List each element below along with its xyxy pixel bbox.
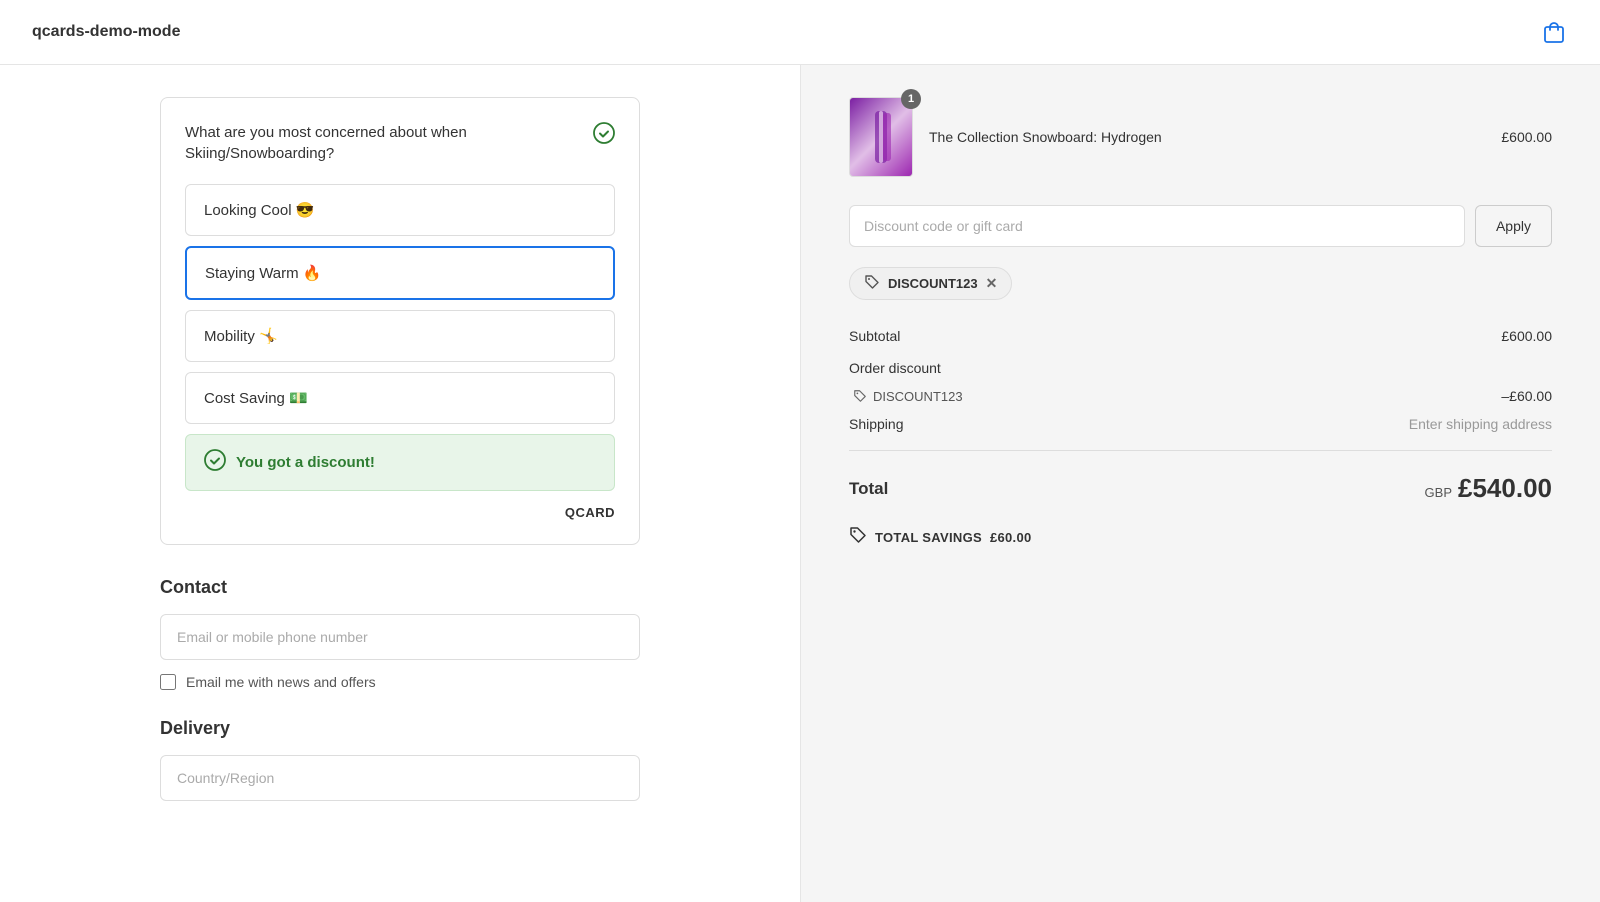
survey-complete-check: [593, 122, 615, 150]
subtotal-line: Subtotal £600.00: [849, 320, 1552, 352]
newsletter-row: Email me with news and offers: [160, 674, 640, 690]
email-input[interactable]: [160, 614, 640, 660]
survey-question: What are you most concerned about when S…: [185, 122, 572, 164]
total-divider: [849, 450, 1552, 451]
order-discount-label: Order discount: [849, 360, 941, 376]
product-quantity-badge: 1: [901, 89, 921, 109]
discount-code-row: Apply: [849, 205, 1552, 247]
main-layout: What are you most concerned about when S…: [0, 65, 1600, 902]
product-name: The Collection Snowboard: Hydrogen: [929, 129, 1162, 145]
total-currency: GBP: [1425, 485, 1452, 500]
survey-card: What are you most concerned about when S…: [160, 97, 640, 545]
shipping-value: Enter shipping address: [1409, 416, 1552, 432]
shipping-line: Shipping Enter shipping address: [849, 408, 1552, 440]
right-panel: 1 The Collection Snowboard: Hydrogen £60…: [800, 65, 1600, 902]
qcard-brand: QCARD: [185, 505, 615, 520]
product-image-wrap: 1: [849, 97, 913, 177]
shipping-label: Shipping: [849, 416, 904, 432]
applied-code-label: DISCOUNT123: [888, 276, 978, 291]
subtotal-label: Subtotal: [849, 328, 900, 344]
survey-options: Looking Cool 😎 Staying Warm 🔥 Mobility 🤸…: [185, 184, 615, 424]
product-price: £600.00: [1501, 129, 1552, 145]
discount-check-icon: [204, 449, 226, 476]
option-cost-saving[interactable]: Cost Saving 💵: [185, 372, 615, 424]
subtotal-value: £600.00: [1501, 328, 1552, 344]
site-logo: qcards-demo-mode: [32, 23, 180, 41]
savings-amount: £60.00: [990, 530, 1032, 545]
order-summary-lines: Subtotal £600.00 Order discount DISCOUNT…: [849, 320, 1552, 440]
discount-tag-icon: [864, 274, 880, 293]
contact-title: Contact: [160, 577, 640, 598]
newsletter-checkbox[interactable]: [160, 674, 176, 690]
total-label: Total: [849, 479, 888, 499]
total-value-group: GBP £540.00: [1425, 473, 1552, 504]
savings-row: TOTAL SAVINGS £60.00: [849, 516, 1552, 559]
contact-section: Contact Email me with news and offers: [160, 577, 640, 690]
product-image: [849, 97, 913, 177]
order-discount-line: Order discount: [849, 352, 1552, 384]
remove-discount-button[interactable]: ✕: [986, 275, 998, 292]
delivery-section: Delivery: [160, 718, 640, 801]
total-row: Total GBP £540.00: [849, 461, 1552, 516]
option-mobility[interactable]: Mobility 🤸: [185, 310, 615, 362]
apply-discount-button[interactable]: Apply: [1475, 205, 1552, 247]
left-panel: What are you most concerned about when S…: [0, 65, 800, 902]
product-info: 1 The Collection Snowboard: Hydrogen: [849, 97, 1162, 177]
product-row: 1 The Collection Snowboard: Hydrogen £60…: [849, 97, 1552, 177]
applied-discount-tag: DISCOUNT123 ✕: [849, 267, 1552, 320]
total-amount: £540.00: [1458, 473, 1552, 504]
site-header: qcards-demo-mode: [0, 0, 1600, 65]
discount-code-input[interactable]: [849, 205, 1465, 247]
discount-code-label: DISCOUNT123: [849, 389, 963, 404]
option-staying-warm[interactable]: Staying Warm 🔥: [185, 246, 615, 300]
delivery-title: Delivery: [160, 718, 640, 739]
discount-value: –£60.00: [1501, 388, 1552, 404]
survey-question-header: What are you most concerned about when S…: [185, 122, 615, 164]
savings-label: TOTAL SAVINGS: [875, 530, 982, 545]
option-looking-cool[interactable]: Looking Cool 😎: [185, 184, 615, 236]
discount-success-banner: You got a discount!: [185, 434, 615, 491]
discount-code-line: DISCOUNT123 –£60.00: [849, 384, 1552, 408]
discount-banner-text: You got a discount!: [236, 454, 375, 471]
country-input[interactable]: [160, 755, 640, 801]
newsletter-label: Email me with news and offers: [186, 674, 376, 690]
savings-tag-icon: [849, 526, 867, 549]
cart-icon[interactable]: [1540, 18, 1568, 46]
